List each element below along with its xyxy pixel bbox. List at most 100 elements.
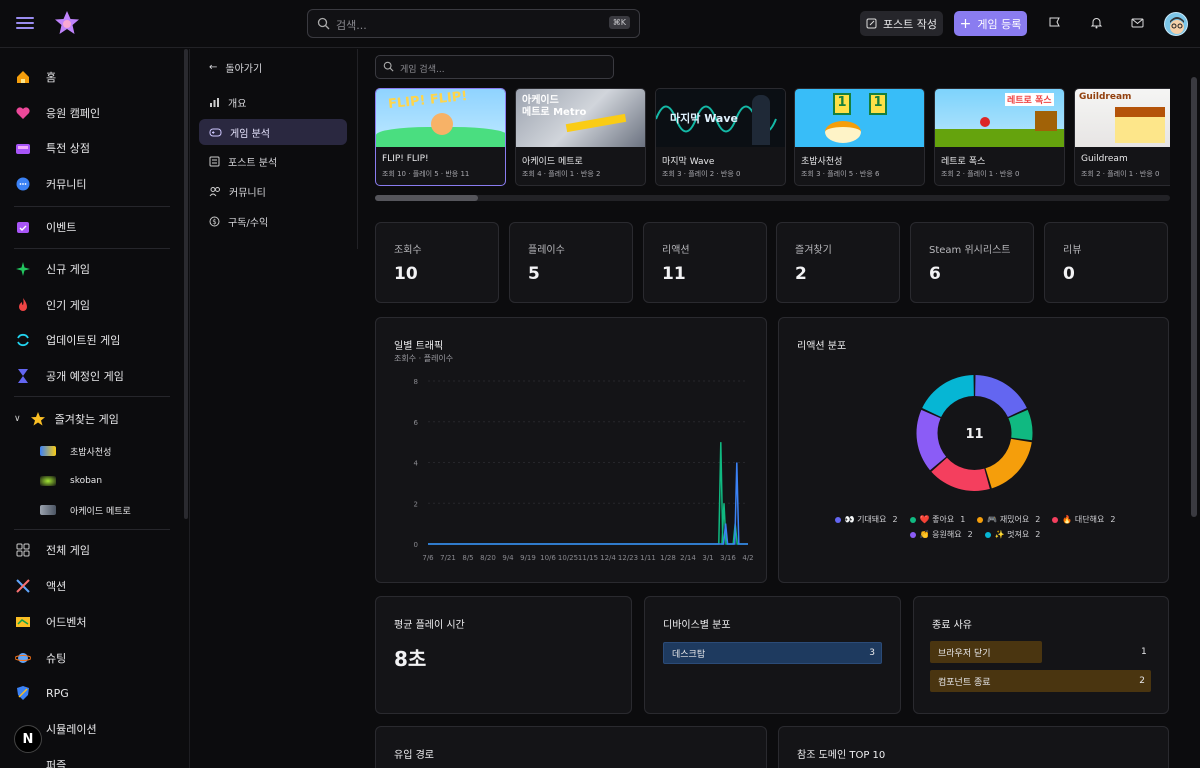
subnav-item-game-analysis[interactable]: 게임 분석 (199, 119, 347, 145)
stat-value: 10 (394, 264, 418, 284)
stat-label: 리뷰 (1063, 245, 1082, 256)
x-tick-label: 1/28 (660, 554, 676, 562)
main-scrollbar[interactable] (1190, 49, 1198, 768)
sidebar-scrollbar[interactable] (184, 49, 188, 519)
subnav-item-revenue[interactable]: $ 구독/수익 (199, 208, 347, 234)
game-card-stats: 조회 4 · 플레이 1 · 반응 2 (522, 170, 601, 178)
subnav-label: 개요 (228, 98, 247, 110)
y-tick-label: 4 (414, 460, 419, 468)
stat-label: 조회수 (394, 245, 422, 256)
sidebar-item-action[interactable]: 액션 (14, 576, 66, 596)
sidebar-item-adventure[interactable]: 어드벤처 (14, 612, 86, 632)
subnav-label: 포스트 분석 (228, 157, 278, 169)
sidebar: 홈 응원 캠페인 특전 상점 커뮤니티 이벤트 신규 게임 인기 게임 업데이트… (0, 49, 190, 768)
legend-label: 🔥 대단해요 (1062, 515, 1105, 524)
sidebar-item-label: 슈팅 (46, 652, 67, 665)
reaction-legend: 👀 기대돼요 2 ❤️ 좋아요 1 🎮 재밌어요 2 🔥 대단해요 2 👏 응원해요 2 ✨ 멋져요… (815, 514, 1135, 540)
store-icon (14, 139, 32, 157)
subnav-label: 게임 분석 (230, 128, 270, 140)
game-card[interactable]: 1 1 초밥사천성 조회 3 · 플레이 5 · 반응 6 (794, 88, 925, 186)
series-line (428, 442, 748, 545)
x-tick-label: 3/1 (702, 554, 713, 562)
sidebar-favorites-toggle[interactable]: ∨ 즐겨찾는 게임 (14, 409, 119, 429)
sidebar-item-label: 어드벤처 (46, 616, 87, 629)
chart-title: 리액션 분포 (797, 341, 847, 352)
sidebar-item-popular[interactable]: 인기 게임 (14, 295, 90, 315)
game-card-title: Guildream (1081, 154, 1128, 164)
game-card[interactable]: 아케이드 메트로 Metro 아케이드 메트로 조회 4 · 플레이 1 · 반응… (515, 88, 646, 186)
sidebar-item-campaign[interactable]: 응원 캠페인 (14, 103, 100, 123)
write-post-button[interactable]: 포스트 작성 (860, 11, 943, 36)
sidebar-item-label: 신규 게임 (46, 263, 90, 276)
search-input[interactable]: 검색... ⌘K (307, 9, 640, 38)
game-search-placeholder: 게임 검색... (400, 65, 445, 75)
game-card-title: 레트로 폭스 (941, 157, 986, 167)
hourglass-icon (14, 367, 32, 385)
mail-icon[interactable] (1131, 16, 1144, 29)
stat-label: 리액션 (662, 245, 690, 256)
sidebar-item-simulation[interactable]: 시뮬레이션 (46, 719, 97, 739)
sidebar-item-store[interactable]: 특전 상점 (14, 138, 90, 158)
stat-card-views: 조회수 10 (375, 222, 499, 303)
sparkle-icon (14, 260, 32, 278)
legend-item: 👀 기대돼요 2 (834, 514, 898, 525)
x-tick-label: 9/19 (520, 554, 536, 562)
sidebar-item-community[interactable]: 커뮤니티 (14, 174, 86, 194)
subnav-item-community[interactable]: 커뮤니티 (199, 178, 347, 204)
register-game-button[interactable]: + 게임 등록 (954, 11, 1027, 36)
device-value: 3 (869, 648, 875, 658)
game-thumbnail: Guildream (1075, 89, 1170, 147)
sidebar-item-rpg[interactable]: RPG (14, 683, 69, 703)
game-thumbnail (40, 446, 56, 456)
legend-label: 🎮 재밌어요 (987, 515, 1030, 524)
subnav-label: 구독/수익 (228, 217, 269, 229)
bell-icon[interactable] (1090, 16, 1103, 29)
sidebar-item-all-games[interactable]: 전체 게임 (14, 540, 90, 560)
sidebar-item-new[interactable]: 신규 게임 (14, 259, 90, 279)
back-link[interactable]: ← 돌아가기 (199, 54, 347, 80)
favorite-game-item[interactable]: 아케이드 메트로 (40, 502, 131, 518)
sidebar-item-upcoming[interactable]: 공개 예정인 게임 (14, 366, 124, 386)
subnav-item-post-analysis[interactable]: 포스트 분석 (199, 148, 347, 174)
star-icon (29, 410, 47, 428)
game-search-input[interactable]: 게임 검색... (375, 55, 614, 79)
stat-value: 5 (528, 264, 540, 284)
y-tick-label: 0 (414, 541, 418, 549)
legend-dot (977, 516, 984, 523)
x-tick-label: 8/20 (480, 554, 496, 562)
x-tick-label: 12/23 (618, 554, 638, 562)
traffic-chart-panel: 일별 트래픽 조회수 · 플레이수 0 2 4 6 8 7/6 7/21 8/5 8/20 9/4… (375, 317, 767, 583)
arrow-left-icon: ← (209, 61, 218, 73)
sidebar-item-updated[interactable]: 업데이트된 게임 (14, 330, 120, 350)
stat-value: 6 (929, 264, 941, 284)
menu-icon[interactable] (16, 14, 34, 32)
favorite-game-item[interactable]: 초밥사천성 (40, 443, 111, 459)
game-card-title: 초밥사천성 (801, 157, 843, 167)
game-card[interactable]: FLIP! FLIP! FLIP! FLIP! 조회 10 · 플레이 5 · … (375, 88, 506, 186)
sidebar-item-shooting[interactable]: 슈팅 (14, 648, 66, 668)
sidebar-item-label: 업데이트된 게임 (46, 334, 121, 347)
game-thumbnail: 1 1 (795, 89, 924, 147)
logo-icon[interactable] (54, 10, 80, 39)
game-card[interactable]: 레트로 폭스 레트로 폭스 조회 2 · 플레이 1 · 반응 0 (934, 88, 1065, 186)
reaction-chart-panel: 리액션 분포 11 👀 기대돼요 2 ❤️ 좋아요 1 🎮 재밌어요 2 🔥 대단해요 2 👏 … (778, 317, 1169, 583)
game-card[interactable]: Guildream Guildream 조회 2 · 플레이 1 · 반응 0 (1074, 88, 1170, 186)
sidebar-item-events[interactable]: 이벤트 (14, 217, 76, 237)
favorite-game-item[interactable]: skoban (40, 473, 102, 489)
scrollbar-thumb[interactable] (1191, 77, 1197, 517)
x-tick-label: 3/16 (720, 554, 736, 562)
game-card[interactable]: 마지막 Wave 마지막 Wave 조회 3 · 플레이 2 · 반응 0 (655, 88, 786, 186)
sidebar-item-home[interactable]: 홈 (14, 67, 56, 87)
panel-title: 디바이스별 분포 (663, 620, 731, 631)
avatar[interactable] (1164, 12, 1188, 36)
card-list-scrollbar[interactable] (375, 195, 1170, 201)
next-logo-icon[interactable]: N (14, 725, 42, 753)
sidebar-item-puzzle[interactable]: 퍼즐 (46, 755, 66, 768)
panel-title: 종료 사유 (932, 620, 972, 631)
legend-item: 👏 응원해요 2 (909, 529, 973, 540)
subnav-item-overview[interactable]: 개요 (199, 89, 347, 115)
game-card-list: FLIP! FLIP! FLIP! FLIP! 조회 10 · 플레이 5 · … (375, 88, 1170, 186)
scrollbar-thumb[interactable] (375, 195, 478, 201)
stat-value: 11 (662, 264, 686, 284)
flag-icon[interactable] (1048, 16, 1061, 29)
